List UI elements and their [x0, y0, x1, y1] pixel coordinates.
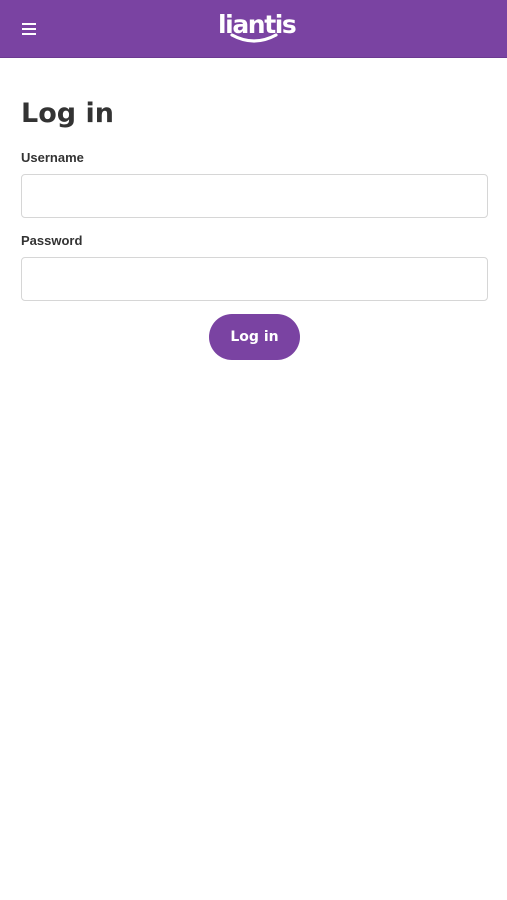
- password-input[interactable]: [21, 257, 488, 301]
- username-input[interactable]: [21, 174, 488, 218]
- hamburger-menu-icon: [22, 23, 36, 35]
- liantis-logo[interactable]: liantis: [218, 10, 297, 46]
- password-label: Password: [21, 233, 83, 248]
- logo-smile-icon: [230, 33, 278, 43]
- menu-button[interactable]: [14, 15, 44, 43]
- top-header-bar: liantis: [0, 0, 507, 58]
- login-button[interactable]: Log in: [209, 314, 300, 360]
- login-form: Log in Username Password Log in: [21, 96, 488, 360]
- username-label: Username: [21, 150, 84, 165]
- page-title: Log in: [21, 98, 114, 129]
